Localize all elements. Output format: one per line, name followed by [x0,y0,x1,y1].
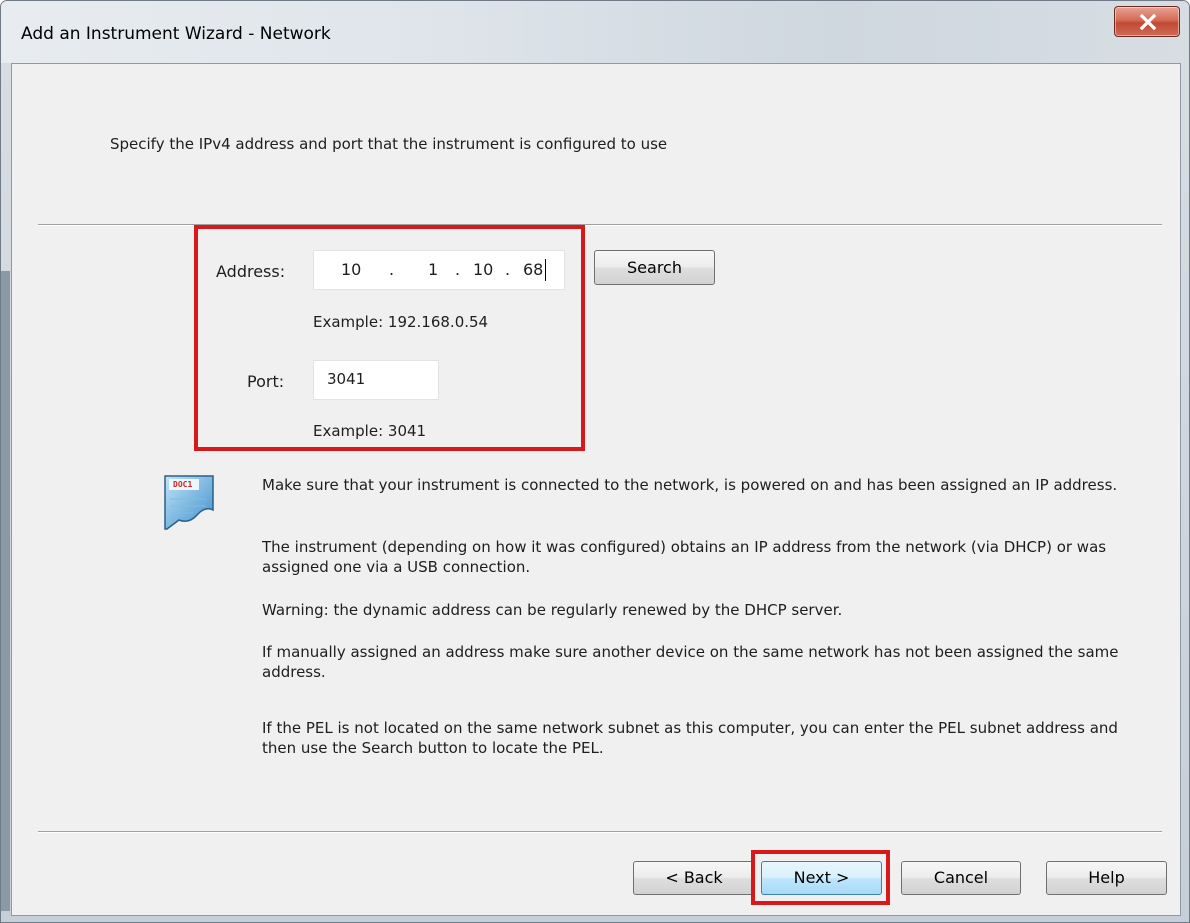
ip-octet-3[interactable]: 10 [473,260,493,279]
ip-dot-2: . [455,260,461,279]
ip-dot-3: . [505,260,511,279]
help-button[interactable]: Help [1046,861,1167,895]
info-paragraph-1: Make sure that your instrument is connec… [262,476,1118,494]
ip-octet-1[interactable]: 10 [341,260,361,279]
title-bar[interactable]: Add an Instrument Wizard - Network [1,1,1189,63]
text-caret [545,259,546,281]
close-x-icon [1139,13,1157,31]
search-button[interactable]: Search [594,250,715,285]
page-description: Specify the IPv4 address and port that t… [110,135,668,153]
document-note-icon: DOC1 [161,473,221,537]
info-paragraph-2: The instrument (depending on how it was … [262,538,1107,576]
close-button[interactable] [1114,6,1180,37]
cancel-button[interactable]: Cancel [901,861,1021,895]
window-left-edge [1,271,10,911]
address-label: Address: [216,262,286,281]
ip-octet-2[interactable]: 1 [428,260,438,279]
ip-address-input[interactable]: 10 . 1 . 10 . 68 [313,250,565,290]
next-button[interactable]: Next > [761,861,882,895]
window-title: Add an Instrument Wizard - Network [21,24,331,44]
address-example: Example: 192.168.0.54 [313,313,489,331]
port-example: Example: 3041 [313,422,427,440]
port-label: Port: [247,372,285,391]
info-paragraph-3: Warning: the dynamic address can be regu… [262,601,843,619]
back-button[interactable]: < Back [633,861,755,895]
port-value: 3041 [327,370,366,388]
info-paragraph-5: If the PEL is not located on the same ne… [262,719,1118,757]
info-paragraph-4: If manually assigned an address make sur… [262,643,1119,681]
bottom-separator [38,831,1162,833]
ip-dot-1: . [389,260,395,279]
ip-octet-4[interactable]: 68 [523,260,543,279]
document-note-icon-text: DOC1 [173,480,193,489]
port-input[interactable]: 3041 [313,360,439,400]
